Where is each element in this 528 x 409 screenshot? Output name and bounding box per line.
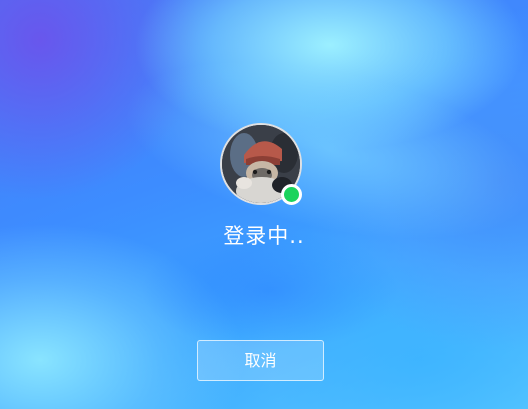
avatar-container: [220, 123, 302, 205]
login-window: 登录中.. 取消: [0, 0, 528, 409]
online-status-icon: [281, 184, 302, 205]
login-status-text: 登录中..: [223, 224, 305, 248]
cancel-button[interactable]: 取消: [197, 340, 324, 381]
